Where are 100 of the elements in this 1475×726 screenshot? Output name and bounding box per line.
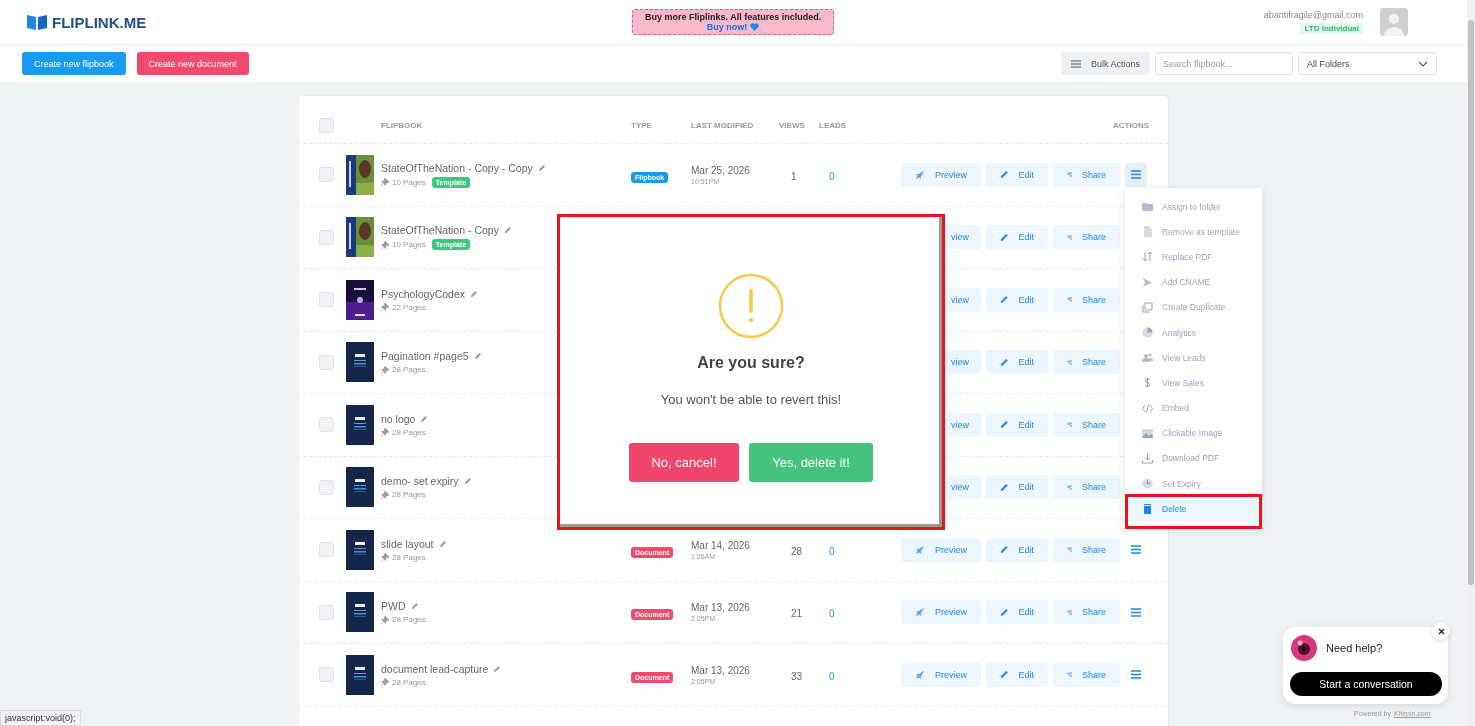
copy-icon: [1142, 301, 1153, 313]
pencil-icon[interactable]: [463, 477, 472, 486]
menu-item[interactable]: Download PDF: [1128, 445, 1259, 472]
pencil-icon: [1000, 356, 1009, 368]
page-count: 22 Pages: [392, 302, 426, 312]
select-all-checkbox[interactable]: [319, 118, 334, 133]
rocket-icon: [915, 606, 925, 619]
row-checkbox[interactable]: [319, 229, 334, 245]
menu-item[interactable]: Add CNAME: [1128, 269, 1259, 295]
pencil-icon[interactable]: [503, 226, 512, 235]
preview-button[interactable]: Preview: [901, 537, 981, 562]
menu-item[interactable]: Create Duplicate: [1128, 294, 1259, 320]
rocket-icon: [915, 168, 925, 181]
row-checkbox[interactable]: [319, 542, 334, 558]
flipbook-title[interactable]: PWD: [381, 600, 406, 613]
pencil-icon[interactable]: [473, 352, 482, 361]
search-field[interactable]: Search flipbook...: [1155, 52, 1293, 75]
menu-item[interactable]: Remove as template: [1128, 219, 1259, 245]
edit-button[interactable]: Edit: [986, 412, 1048, 437]
preview-button[interactable]: Preview: [901, 662, 981, 687]
close-icon[interactable]: [1432, 622, 1450, 640]
row-checkbox[interactable]: [319, 667, 334, 683]
pencil-icon[interactable]: [410, 602, 419, 611]
edit-button[interactable]: Edit: [986, 350, 1048, 375]
pencil-icon[interactable]: [438, 539, 447, 548]
pencil-icon[interactable]: [470, 289, 479, 298]
menu-item[interactable]: Replace PDF: [1128, 244, 1259, 270]
row-checkbox[interactable]: [319, 354, 334, 370]
pie-chart-icon: [1142, 327, 1153, 339]
menu-item[interactable]: Analytics: [1128, 319, 1259, 346]
page-count: 10 Pages: [392, 240, 426, 250]
pencil-icon[interactable]: [493, 664, 502, 673]
download-icon: [1142, 452, 1153, 464]
menu-item[interactable]: View Leads: [1128, 345, 1259, 371]
edit-button[interactable]: Edit: [986, 662, 1048, 687]
share-button[interactable]: Share: [1053, 600, 1120, 625]
edit-button[interactable]: Edit: [986, 537, 1048, 562]
confirm-delete-button[interactable]: Yes, delete it!: [749, 443, 873, 482]
pin-icon: [381, 615, 389, 624]
menu-item[interactable]: Clickable Image: [1128, 420, 1259, 446]
start-conversation-button[interactable]: Start a conversation: [1290, 672, 1442, 696]
share-button[interactable]: Share: [1053, 287, 1120, 312]
menu-icon[interactable]: [1125, 162, 1147, 187]
edit-button[interactable]: Edit: [986, 225, 1048, 250]
promo-banner[interactable]: Buy more Fliplinks. All features included. Buy now!: [632, 9, 835, 35]
chat-prompt: Need help?: [1326, 642, 1383, 654]
leads-count[interactable]: 0: [829, 670, 835, 682]
column-header: LAST MODIFIED: [691, 121, 755, 130]
menu-item[interactable]: View Sales: [1128, 370, 1259, 396]
menu-item[interactable]: Set Expiry: [1128, 471, 1259, 497]
preview-button[interactable]: Preview: [901, 600, 981, 625]
leads-count[interactable]: 0: [829, 170, 835, 182]
menu-item[interactable]: Assign to folder: [1128, 194, 1259, 220]
row-checkbox[interactable]: [319, 604, 334, 620]
send-icon: [1142, 276, 1153, 288]
trash-icon: [1142, 503, 1153, 515]
edit-button[interactable]: Edit: [986, 475, 1048, 500]
flipbook-title[interactable]: PsychologyCodex: [381, 287, 466, 300]
leads-count[interactable]: 0: [829, 608, 835, 620]
status-bar-url: javascript:void(0);: [0, 710, 81, 726]
flipbook-title[interactable]: demo- set expiry: [381, 475, 459, 488]
buy-now-link[interactable]: Buy now!: [706, 22, 748, 32]
logo-text: FLIPLINK.ME: [52, 13, 147, 31]
row-checkbox[interactable]: [319, 167, 334, 183]
pencil-icon[interactable]: [420, 414, 429, 423]
edit-button[interactable]: Edit: [986, 287, 1048, 312]
preview-button[interactable]: Preview: [901, 162, 981, 187]
create-document-button[interactable]: Create new document: [136, 52, 249, 75]
flipbook-title[interactable]: slide layout: [381, 537, 434, 550]
column-header: VIEWS: [779, 121, 806, 130]
flipbook-title[interactable]: no logo: [381, 412, 416, 425]
row-checkbox[interactable]: [319, 479, 334, 495]
share-button[interactable]: Share: [1053, 412, 1120, 437]
flipbook-title[interactable]: StateOfTheNation - Copy: [381, 224, 499, 237]
avatar-icon[interactable]: [1380, 8, 1408, 36]
flipbook-title[interactable]: Pagination #page5: [381, 350, 469, 363]
share-button[interactable]: Share: [1053, 662, 1120, 687]
menu-item[interactable]: Embed: [1128, 395, 1259, 421]
create-flipbook-button[interactable]: Create new flipbook: [22, 52, 126, 75]
share-button[interactable]: Share: [1053, 350, 1120, 375]
pencil-icon[interactable]: [537, 163, 546, 172]
menu-item[interactable]: Delete: [1128, 496, 1259, 522]
bulk-actions-button[interactable]: Bulk Actions: [1060, 52, 1150, 75]
share-button[interactable]: Share: [1053, 537, 1120, 562]
folder-icon: [1142, 201, 1153, 213]
edit-button[interactable]: Edit: [986, 162, 1048, 187]
flipbook-title[interactable]: document lead-capture: [381, 662, 489, 675]
cancel-button[interactable]: No, cancel!: [629, 443, 739, 482]
leads-count[interactable]: 0: [829, 545, 835, 557]
share-button[interactable]: Share: [1053, 225, 1120, 250]
edit-button[interactable]: Edit: [986, 600, 1048, 625]
scrollbar[interactable]: [1467, 0, 1475, 726]
row-checkbox[interactable]: [319, 292, 334, 308]
flipbook-title[interactable]: StateOfTheNation - Copy - Copy: [381, 161, 533, 174]
pin-icon: [381, 490, 389, 499]
share-button[interactable]: Share: [1053, 162, 1120, 187]
clock-icon: [1142, 478, 1153, 490]
folder-select[interactable]: All Folders: [1298, 52, 1437, 75]
share-button[interactable]: Share: [1053, 475, 1120, 500]
row-checkbox[interactable]: [319, 417, 334, 433]
